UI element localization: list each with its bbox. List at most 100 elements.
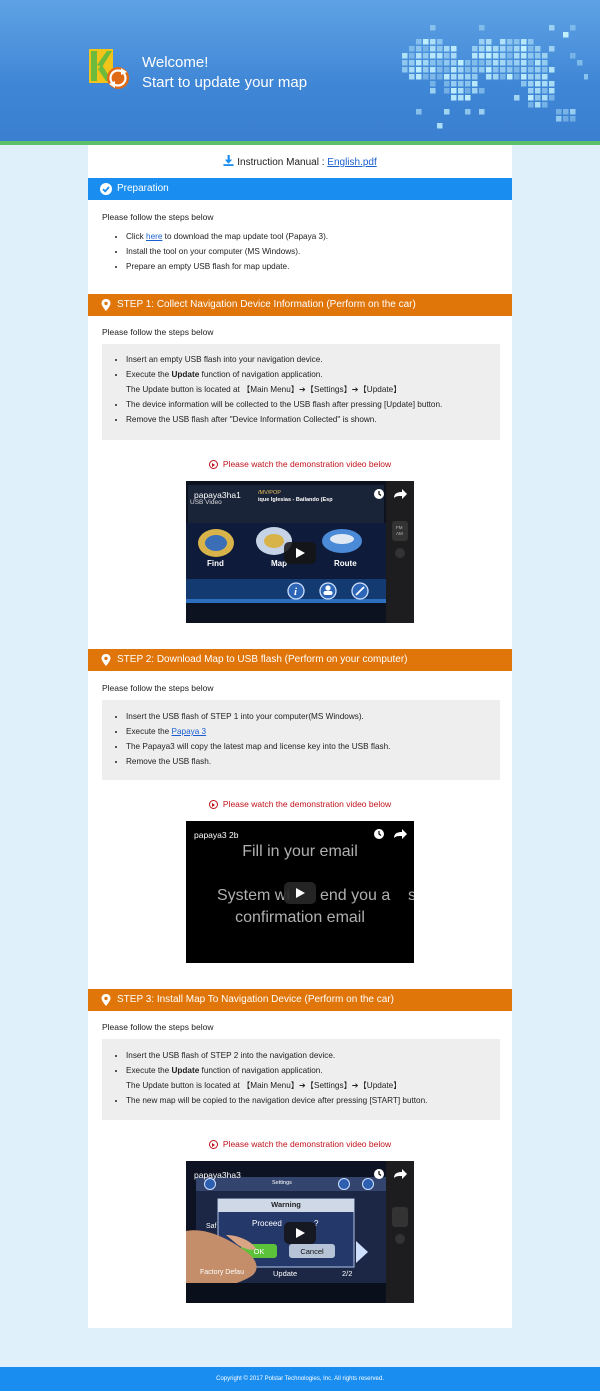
step1-video-player[interactable]: i papaya3ha1 USB Video /MV/POP ique Igle… bbox=[186, 481, 414, 623]
map-pixel bbox=[570, 53, 576, 59]
step1-watch-note: Please watch the demonstration video bel… bbox=[88, 459, 512, 469]
step3-title: STEP 3: Install Map To Navigation Device… bbox=[117, 994, 394, 1005]
settings-label: Settings bbox=[272, 1180, 292, 1186]
map-pixel bbox=[521, 81, 527, 87]
content-panel: Instruction Manual : English.pdf Prepara… bbox=[88, 145, 512, 1328]
world-map-icon bbox=[402, 25, 588, 129]
step3-header: STEP 3: Install Map To Navigation Device… bbox=[88, 989, 512, 1011]
map-pixel bbox=[423, 60, 429, 66]
play-button[interactable] bbox=[284, 882, 316, 904]
map-pixel bbox=[528, 60, 534, 66]
map-pixel bbox=[409, 67, 415, 73]
map-pixel bbox=[542, 60, 548, 66]
map-pixel bbox=[528, 67, 534, 73]
map-pixel bbox=[430, 46, 436, 52]
map-pixel bbox=[563, 109, 569, 115]
step3-intro: Please follow the steps below bbox=[102, 1022, 214, 1032]
map-pixel bbox=[444, 67, 450, 73]
instruction-manual: Instruction Manual : English.pdf bbox=[88, 155, 512, 168]
map-pixel bbox=[437, 60, 443, 66]
preparation-intro: Please follow the steps below bbox=[102, 212, 214, 222]
preparation-steps: Click here to download the map update to… bbox=[102, 229, 500, 274]
map-pixel bbox=[430, 39, 436, 45]
map-pixel bbox=[451, 60, 457, 66]
proceed-label: Proceed bbox=[252, 1219, 282, 1228]
map-pixel bbox=[423, 67, 429, 73]
map-pixel bbox=[486, 74, 492, 80]
map-pixel bbox=[549, 25, 555, 31]
video-usb-label: USB Video bbox=[190, 499, 222, 506]
list-item: Prepare an empty USB flash for map updat… bbox=[126, 259, 500, 274]
video-controls bbox=[374, 829, 407, 839]
video-caption-line1: Fill in your email bbox=[242, 843, 358, 860]
app-logo-icon bbox=[89, 49, 129, 89]
map-pixel bbox=[507, 74, 513, 80]
map-pixel bbox=[542, 102, 548, 108]
map-pixel bbox=[437, 123, 443, 129]
map-pixel bbox=[402, 67, 408, 73]
map-pixel bbox=[458, 60, 464, 66]
map-pixel bbox=[465, 95, 471, 101]
step1-title: STEP 1: Collect Navigation Device Inform… bbox=[117, 299, 416, 310]
map-pixel bbox=[500, 39, 506, 45]
map-pixel bbox=[430, 60, 436, 66]
map-pixel bbox=[584, 74, 588, 80]
manual-pdf-link[interactable]: English.pdf bbox=[327, 157, 376, 168]
map-pixel bbox=[416, 109, 422, 115]
map-pixel bbox=[507, 53, 513, 59]
list-item: The device information will be collected… bbox=[126, 397, 500, 412]
map-pixel bbox=[444, 60, 450, 66]
map-pixel bbox=[577, 60, 583, 66]
map-pixel bbox=[430, 25, 436, 31]
list-item: Insert the USB flash of STEP 2 into the … bbox=[126, 1048, 500, 1063]
map-pixel bbox=[472, 67, 478, 73]
papaya3-link[interactable]: Papaya 3 bbox=[172, 727, 207, 736]
map-pixel bbox=[416, 39, 422, 45]
video-caption-line2-start: System wi bbox=[217, 887, 290, 904]
step1-intro: Please follow the steps below bbox=[102, 327, 214, 337]
video-caption-line2-end: end you a bbox=[320, 887, 391, 904]
video-title: papaya3ha3 bbox=[194, 1170, 241, 1180]
step3-steps-box: Insert the USB flash of STEP 2 into the … bbox=[102, 1039, 500, 1120]
map-pixel bbox=[437, 53, 443, 59]
map-pixel bbox=[409, 60, 415, 66]
welcome-subtitle: Start to update your map bbox=[142, 74, 308, 91]
play-button[interactable] bbox=[284, 542, 316, 564]
share-icon bbox=[394, 1169, 407, 1179]
map-pixel bbox=[430, 88, 436, 94]
step2-video-player[interactable]: papaya3 2b Fill in your email System wi … bbox=[186, 821, 414, 963]
map-pixel bbox=[486, 67, 492, 73]
preparation-title: Preparation bbox=[117, 183, 169, 194]
play-circle-icon bbox=[208, 1140, 218, 1149]
find-label: Find bbox=[207, 559, 224, 568]
map-pixel bbox=[451, 95, 457, 101]
map-pixel bbox=[465, 60, 471, 66]
step1-steps-box: Insert an empty USB flash into your navi… bbox=[102, 344, 500, 440]
map-pixel bbox=[465, 67, 471, 73]
play-button[interactable] bbox=[284, 1222, 316, 1244]
map-pixel bbox=[423, 46, 429, 52]
map-pixel bbox=[500, 60, 506, 66]
map-pixel bbox=[542, 67, 548, 73]
map-pixel bbox=[416, 74, 422, 80]
map-pixel bbox=[479, 46, 485, 52]
play-circle-icon bbox=[208, 800, 218, 809]
map-pixel bbox=[493, 60, 499, 66]
video-controls bbox=[374, 1169, 407, 1179]
step3-video-player[interactable]: papaya3ha3 Settings Warning Proceed ? OK… bbox=[186, 1161, 414, 1303]
download-tool-link[interactable]: here bbox=[146, 232, 162, 241]
map-pixel bbox=[549, 95, 555, 101]
map-pixel bbox=[500, 53, 506, 59]
map-pixel bbox=[570, 25, 576, 31]
download-icon bbox=[223, 155, 234, 166]
map-pixel bbox=[444, 88, 450, 94]
map-pixel bbox=[472, 46, 478, 52]
map-pixel bbox=[521, 46, 527, 52]
header-banner: Welcome! Start to update your map bbox=[0, 0, 600, 141]
map-pixel bbox=[542, 88, 548, 94]
map-pixel bbox=[535, 74, 541, 80]
watch-label: Please watch the demonstration video bel… bbox=[222, 459, 392, 469]
map-pixel bbox=[423, 74, 429, 80]
map-pixel bbox=[465, 109, 471, 115]
map-pixel bbox=[444, 46, 450, 52]
